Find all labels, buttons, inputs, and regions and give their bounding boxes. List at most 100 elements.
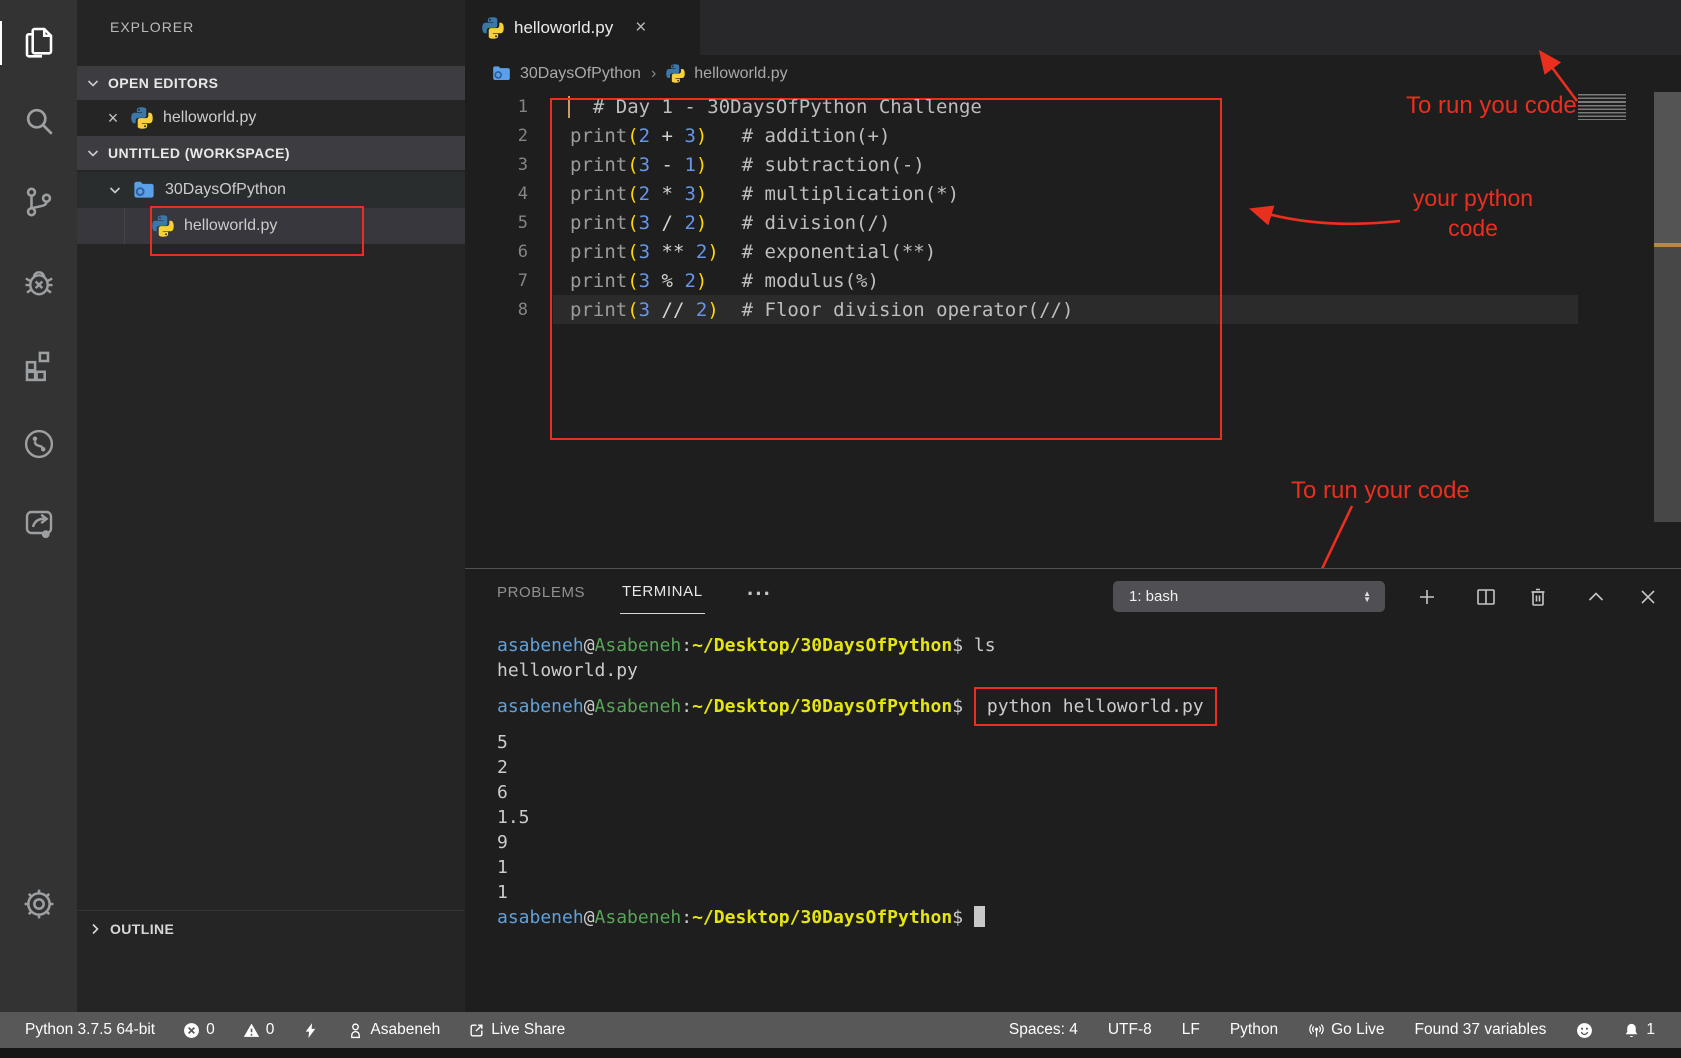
terminal-line: 5	[497, 730, 1217, 755]
terminal-line: asabeneh@Asabeneh:~/Desktop/30DaysOfPyth…	[497, 683, 1217, 730]
status-label: 0	[206, 1021, 215, 1039]
breadcrumb: 30DaysOfPython › helloworld.py	[465, 55, 1681, 92]
code-text: print(3 % 2) # modulus(%)	[570, 270, 879, 292]
debug-icon[interactable]	[21, 265, 57, 301]
folder-icon	[133, 179, 155, 201]
section-label: OPEN EDITORS	[108, 75, 218, 91]
activity-bar	[0, 0, 77, 1012]
tree-item-folder[interactable]: 30DaysOfPython	[77, 172, 465, 208]
source-control-icon[interactable]	[21, 184, 57, 220]
status-python-version[interactable]: Python 3.7.5 64-bit	[25, 1021, 155, 1039]
breadcrumb-folder[interactable]: 30DaysOfPython	[520, 65, 641, 83]
smiley-icon	[1576, 1022, 1593, 1039]
settings-gear-icon[interactable]	[21, 886, 57, 922]
editor-scrollbar[interactable]	[1654, 92, 1681, 243]
status-bar-left: Python 3.7.5 64-bit 0 0 Asabeneh Live Share	[25, 1021, 565, 1039]
status-feedback-bolt[interactable]	[302, 1022, 319, 1039]
extensions-icon[interactable]	[21, 346, 57, 382]
line-number: 3	[465, 155, 528, 175]
terminal-line: 2	[497, 755, 1217, 780]
line-number: 4	[465, 184, 528, 204]
status-language-mode[interactable]: Python	[1230, 1021, 1278, 1039]
open-editor-item[interactable]: × helloworld.py	[77, 100, 465, 136]
editor-line: 8print(3 // 2) # Floor division operator…	[465, 295, 1578, 324]
status-indentation[interactable]: Spaces: 4	[1009, 1021, 1078, 1039]
terminal-content[interactable]: asabeneh@Asabeneh:~/Desktop/30DaysOfPyth…	[497, 633, 1217, 930]
vscode-window: EXPLORER OPEN EDITORS × helloworld.py UN…	[0, 0, 1681, 1058]
kill-terminal-icon[interactable]	[1520, 579, 1556, 615]
editor-code-area[interactable]: 1 # Day 1 - 30DaysOfPython Challenge2pri…	[465, 92, 1578, 324]
tab-helloworld[interactable]: helloworld.py ×	[465, 0, 700, 55]
live-share-icon[interactable]	[21, 506, 57, 542]
new-terminal-icon[interactable]	[1409, 579, 1445, 615]
terminal-cursor	[974, 906, 985, 927]
status-label: Asabeneh	[370, 1021, 440, 1039]
status-bar-right: Spaces: 4 UTF-8 LF Python Go Live Found 37 va…	[1009, 1021, 1655, 1039]
status-label: Python	[1230, 1021, 1278, 1039]
status-live-share[interactable]: Live Share	[468, 1021, 565, 1039]
status-label: LF	[1182, 1021, 1200, 1039]
chevron-down-icon	[85, 145, 101, 161]
status-label: Live Share	[491, 1021, 565, 1039]
tree-item-file[interactable]: helloworld.py	[77, 208, 465, 244]
tree-file-name: helloworld.py	[184, 217, 277, 235]
close-icon[interactable]: ×	[635, 17, 646, 39]
breadcrumb-file[interactable]: helloworld.py	[694, 65, 787, 83]
breadcrumb-separator: ›	[651, 65, 656, 83]
split-terminal-icon[interactable]	[1468, 579, 1504, 615]
section-workspace[interactable]: UNTITLED (WORKSPACE)	[77, 136, 465, 170]
chevron-down-icon	[107, 182, 123, 198]
tree-folder-name: 30DaysOfPython	[165, 181, 286, 199]
open-editor-filename: helloworld.py	[163, 109, 256, 127]
terminal-line: 1.5	[497, 805, 1217, 830]
status-account[interactable]: Asabeneh	[347, 1021, 440, 1039]
bell-icon	[1623, 1022, 1640, 1039]
maximize-panel-icon[interactable]	[1578, 579, 1614, 615]
search-icon[interactable]	[21, 103, 57, 139]
editor-line: 3print(3 - 1) # subtraction(-)	[465, 150, 1578, 179]
line-number: 1	[465, 97, 528, 117]
minimap[interactable]	[1578, 94, 1626, 120]
chevron-down-icon	[85, 75, 101, 91]
code-text: print(3 // 2) # Floor division operator(…	[570, 299, 1073, 321]
tab-label: helloworld.py	[514, 18, 613, 38]
status-encoding[interactable]: UTF-8	[1108, 1021, 1152, 1039]
status-feedback-smiley[interactable]	[1576, 1022, 1593, 1039]
folder-icon	[492, 64, 511, 83]
shell-selector-value: 1: bash	[1129, 588, 1178, 605]
explorer-icon[interactable]	[21, 23, 57, 59]
close-icon[interactable]: ×	[103, 108, 123, 129]
editor-line: 4 print(2 * 3) # multiplication(*)	[465, 179, 1578, 208]
status-label: Python 3.7.5 64-bit	[25, 1021, 155, 1039]
gitlens-icon[interactable]	[21, 426, 57, 462]
status-label: Spaces: 4	[1009, 1021, 1078, 1039]
status-variables-found[interactable]: Found 37 variables	[1415, 1021, 1547, 1039]
terminal-line: helloworld.py	[497, 658, 1217, 683]
section-open-editors[interactable]: OPEN EDITORS	[77, 66, 465, 100]
line-number: 2	[465, 126, 528, 146]
section-outline[interactable]: OUTLINE	[77, 910, 465, 947]
panel-more-actions-icon[interactable]: ···	[747, 581, 772, 607]
status-label: UTF-8	[1108, 1021, 1152, 1039]
code-text: print(2 * 3) # multiplication(*)	[570, 183, 959, 205]
status-notifications[interactable]: 1	[1623, 1021, 1655, 1039]
line-number: 5	[465, 213, 528, 233]
annotation-box-command: python helloworld.py	[974, 687, 1217, 726]
editor-line: 2print(2 + 3) # addition(+)	[465, 121, 1578, 150]
status-label: Found 37 variables	[1415, 1021, 1547, 1039]
status-go-live[interactable]: Go Live	[1308, 1021, 1384, 1039]
tab-problems[interactable]: PROBLEMS	[497, 569, 585, 615]
person-icon	[347, 1022, 364, 1039]
python-file-icon	[666, 64, 685, 83]
broadcast-icon	[1308, 1022, 1325, 1039]
status-errors[interactable]: 0	[183, 1021, 215, 1039]
tab-terminal[interactable]: TERMINAL	[620, 569, 705, 614]
terminal-panel: PROBLEMS TERMINAL ··· 1: bash ▲▼ asabene…	[465, 568, 1681, 1013]
close-panel-icon[interactable]	[1630, 579, 1666, 615]
editor-scrollbar[interactable]	[1654, 247, 1681, 522]
shell-selector-dropdown[interactable]: 1: bash ▲▼	[1113, 581, 1385, 612]
status-label: 1	[1646, 1021, 1655, 1039]
status-warnings[interactable]: 0	[243, 1021, 275, 1039]
terminal-line: 6	[497, 780, 1217, 805]
status-eol[interactable]: LF	[1182, 1021, 1200, 1039]
